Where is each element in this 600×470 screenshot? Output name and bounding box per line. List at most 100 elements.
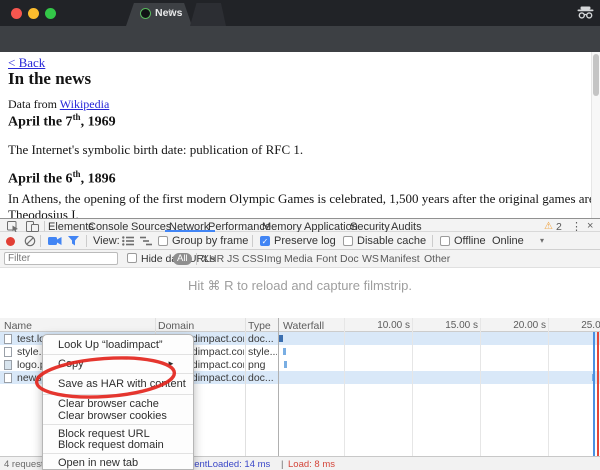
disable-cache-checkbox[interactable] [343, 236, 353, 246]
col-domain[interactable]: Domain [158, 320, 194, 332]
clear-network-log-icon[interactable] [24, 235, 36, 247]
view-list-icon[interactable] [122, 236, 134, 246]
disable-cache-label: Disable cache [357, 235, 426, 247]
filter-type-media[interactable]: Media [284, 253, 313, 265]
col-type[interactable]: Type [248, 320, 271, 332]
menu-item-block-request-domain[interactable]: Block request domain [58, 439, 164, 451]
preserve-log-checkbox[interactable]: ✓ [260, 236, 270, 246]
document-file-icon [4, 373, 12, 383]
waterfall-bar [284, 361, 287, 368]
request-type: doc... [248, 333, 277, 345]
browser-toolbar: ← → ⟳ i Not Secure test.loadimpact.com /… [0, 26, 600, 52]
devtools-close-icon[interactable]: × [587, 220, 593, 232]
zoom-window-button[interactable] [45, 8, 56, 19]
requests-table-header: Name Domain Type Waterfall 10.00 s 15.00… [0, 318, 600, 332]
inspect-element-icon[interactable] [7, 221, 19, 232]
waterfall-gridline [548, 318, 549, 456]
time-label-20s: 20.00 s [506, 320, 546, 331]
body-1896-line1: In Athens, the opening of the first mode… [8, 191, 600, 207]
filter-type-img[interactable]: Img [264, 253, 282, 265]
filter-type-manifest[interactable]: Manifest [380, 253, 420, 265]
menu-separator [43, 424, 193, 425]
waterfall-bar [279, 335, 283, 342]
incognito-icon [577, 6, 594, 19]
minimize-window-button[interactable] [28, 8, 39, 19]
time-label-25s: 25.00 s [574, 320, 600, 331]
heading-1896-sup: th [73, 169, 81, 179]
filter-type-css[interactable]: CSS [242, 253, 264, 265]
filter-type-xhr[interactable]: XHR [202, 253, 224, 265]
col-waterfall[interactable]: Waterfall [283, 320, 324, 332]
time-label-10s: 10.00 s [370, 320, 410, 331]
filter-type-ws[interactable]: WS [362, 253, 379, 265]
page-scrollbar-thumb[interactable] [593, 54, 599, 96]
page-title: In the news [8, 69, 91, 89]
document-file-icon [4, 334, 12, 344]
view-label: View: [93, 235, 120, 247]
filter-type-other[interactable]: Other [424, 253, 450, 265]
menu-item-clear-cookies[interactable]: Clear browser cookies [58, 410, 167, 422]
load-time: Load: 8 ms [288, 459, 335, 470]
heading-1969-text: April the 7 [8, 115, 73, 130]
submenu-arrow-icon: ► [167, 359, 175, 368]
request-type: doc... [248, 372, 277, 384]
menu-item-open-in-new-tab[interactable]: Open in new tab [58, 457, 138, 469]
menu-separator [43, 373, 193, 374]
record-network-log-icon[interactable] [6, 237, 15, 246]
filter-type-font[interactable]: Font [316, 253, 337, 265]
wikipedia-link[interactable]: Wikipedia [60, 97, 110, 111]
col-name[interactable]: Name [4, 320, 32, 332]
new-tab-stub[interactable] [190, 3, 226, 26]
menu-separator [43, 453, 193, 454]
network-filter-bar: Hide data URLs All XHR JS CSS Img Media … [0, 250, 600, 268]
filter-type-js[interactable]: JS [227, 253, 239, 265]
filter-icon[interactable] [68, 236, 80, 246]
heading-1969: April the 7th, 1969 [8, 112, 116, 131]
devtools-tabstrip: Elements Console Sources Network Perform… [0, 218, 600, 232]
menu-item-save-as-har[interactable]: Save as HAR with content [58, 378, 186, 390]
tab-close-icon[interactable]: × [168, 6, 174, 18]
throttling-caret-icon[interactable]: ▾ [540, 236, 544, 245]
context-menu: Look Up “loadimpact” Copy ► Save as HAR … [42, 334, 194, 470]
close-window-button[interactable] [11, 8, 22, 19]
hide-data-urls-checkbox[interactable] [127, 253, 137, 263]
menu-item-look-up[interactable]: Look Up “loadimpact” [58, 339, 163, 351]
menu-item-clear-cache[interactable]: Clear browser cache [58, 398, 159, 410]
heading-1969-sup: th [73, 112, 81, 122]
capture-screenshots-icon[interactable] [48, 236, 62, 246]
menu-separator [43, 394, 193, 395]
filter-input[interactable] [4, 252, 118, 265]
source-line: Data from Wikipedia [8, 97, 109, 112]
image-file-icon [4, 360, 12, 370]
stylesheet-file-icon [4, 347, 12, 357]
warning-icon[interactable]: ⚠ [544, 221, 553, 232]
heading-1896: April the 6th, 1896 [8, 169, 116, 188]
filmstrip-hint: Hit ⌘ R to reload and capture filmstrip. [0, 278, 600, 294]
heading-1896-suffix: , 1896 [81, 172, 116, 187]
offline-checkbox[interactable] [440, 236, 450, 246]
filter-type-all[interactable]: All [173, 253, 192, 265]
menu-item-copy[interactable]: Copy [58, 358, 84, 370]
request-type: style... [248, 346, 277, 358]
domcontentloaded-event-line [593, 332, 595, 456]
offline-label: Offline [454, 235, 486, 247]
heading-1896-text: April the 6 [8, 172, 73, 187]
web-page-content: < Back In the news Data from Wikipedia A… [0, 52, 600, 218]
column-divider[interactable] [245, 318, 246, 456]
filter-type-doc[interactable]: Doc [340, 253, 359, 265]
throttling-select[interactable]: Online [492, 235, 524, 247]
network-toolbar: View: Group by frame ✓ Preserve log Disa… [0, 232, 600, 250]
view-waterfall-icon[interactable] [140, 236, 152, 246]
waterfall-gridline [344, 318, 345, 456]
device-toolbar-icon[interactable] [26, 221, 39, 232]
waterfall-gridline [480, 318, 481, 456]
group-by-frame-label: Group by frame [172, 235, 248, 247]
time-label-15s: 15.00 s [438, 320, 478, 331]
menu-separator [43, 354, 193, 355]
waterfall-gridline [412, 318, 413, 456]
body-1969: The Internet's symbolic birth date: publ… [8, 142, 303, 158]
site-favicon-icon [140, 8, 151, 19]
load-event-line [597, 332, 599, 456]
group-by-frame-checkbox[interactable] [158, 236, 168, 246]
heading-1969-suffix: , 1969 [81, 115, 116, 130]
